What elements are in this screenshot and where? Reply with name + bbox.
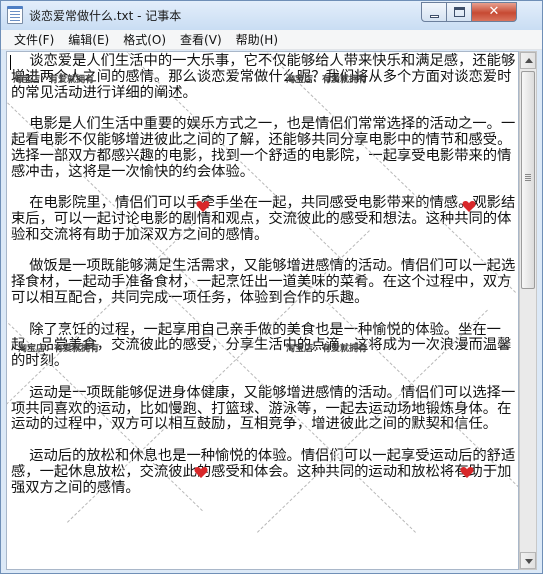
menu-view[interactable]: 查看(V) — [173, 30, 229, 49]
maximize-button[interactable] — [446, 2, 472, 22]
maximize-icon — [454, 7, 465, 17]
scroll-down-button[interactable] — [520, 552, 536, 569]
menu-bar: 文件(F) 编辑(E) 格式(O) 查看(V) 帮助(H) — [1, 30, 542, 50]
menu-edit[interactable]: 编辑(E) — [61, 30, 116, 49]
menu-file[interactable]: 文件(F) — [7, 30, 61, 49]
minimize-button[interactable] — [421, 2, 447, 22]
watermark-text: 淘宝店：有爱就拥有 — [18, 344, 100, 354]
close-icon: ✕ — [488, 4, 500, 19]
watermark-text: 淘宝店：有爱就拥有 — [13, 75, 95, 85]
heart-icon — [460, 467, 474, 478]
close-button[interactable]: ✕ — [471, 2, 517, 22]
minimize-icon — [430, 15, 439, 18]
watermark-text: 淘宝店：有爱就拥有 — [286, 75, 368, 85]
vertical-scrollbar[interactable] — [519, 51, 537, 570]
title-bar[interactable]: 谈恋爱常做什么.txt - 记事本 ✕ — [1, 1, 542, 30]
menu-help[interactable]: 帮助(H) — [229, 30, 285, 49]
watermark-text: 淘宝店：有爱就拥有 — [286, 344, 368, 354]
heart-icon — [194, 467, 208, 478]
arrow-down-icon — [525, 559, 533, 564]
heart-icon — [462, 201, 476, 212]
scroll-up-button[interactable] — [520, 52, 536, 69]
window-title: 谈恋爱常做什么.txt - 记事本 — [29, 9, 182, 23]
document-text[interactable]: 谈恋爱是人们生活中的一大乐事，它不仅能够给人带来快乐和满足感，还能够增进两个人之… — [11, 53, 517, 496]
menu-format[interactable]: 格式(O) — [116, 30, 173, 49]
arrow-up-icon — [525, 58, 533, 63]
notepad-icon — [7, 6, 23, 24]
text-editor[interactable]: 谈恋爱是人们生活中的一大乐事，它不仅能够给人带来快乐和满足感，还能够增进两个人之… — [6, 51, 519, 570]
heart-icon — [196, 201, 210, 212]
notepad-window: 谈恋爱常做什么.txt - 记事本 ✕ 文件(F) 编辑(E) 格式(O) 查看… — [0, 0, 543, 574]
scroll-thumb[interactable] — [521, 71, 535, 289]
